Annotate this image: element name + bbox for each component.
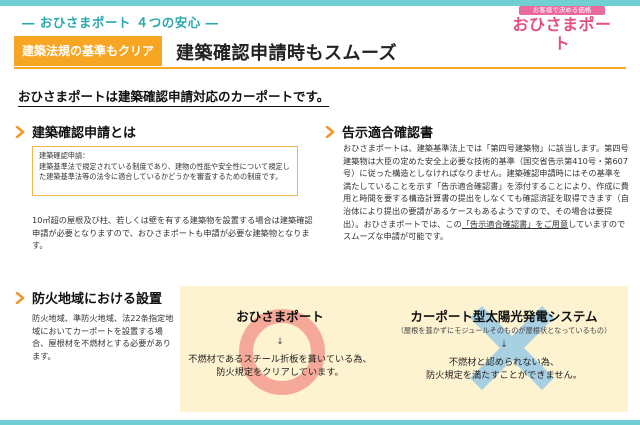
kokuji-body: おひさまポートは、建築基準法上では「第四号建築物」に該当します。第四号建築物は大… — [343, 142, 629, 243]
comparison-solar-carport: カーポート型太陽光発電システム （屋根を葺かずにモジュールそのものが屋根状となっ… — [380, 286, 628, 412]
lead-statement: おひさまポートは建築確認申請対応のカーポートです。 — [18, 86, 330, 107]
kokuji-text-1: おひさまポートは、建築基準法上では「第四号建築物」に該当します。第四号建築物は大… — [343, 143, 629, 229]
solar-carport-subtitle: （屋根を葺かずにモジュールそのものが屋根状となっているもの） — [396, 326, 612, 335]
solar-carport-title: カーポート型太陽光発電システム — [410, 309, 598, 324]
header-subtitle: ― おひさまポート ４つの安心 ― — [22, 15, 219, 30]
page-title: 建築確認申請時もスムーズ — [176, 43, 398, 64]
definition-box: 建築確認申請： 建築基準法で規定されている制度であり、建物の性能や安全性について… — [32, 146, 298, 196]
brand-logo: お客様で決める価格 おひさまポート — [506, 6, 618, 53]
section-title: 告示適合確認書 — [342, 126, 434, 141]
kokuji-highlight: 「告示適合確認書」をご用意 — [461, 218, 569, 229]
chevron-right-icon — [324, 125, 336, 138]
chevron-right-icon — [14, 125, 26, 138]
bottom-accent-bar — [0, 420, 640, 425]
bouka-body: 防火地域、準防火地域、法22条指定地域においてカーポートを設置する場合、屋根材を… — [32, 313, 174, 361]
ohisama-line2: 防火規定をクリアしています。 — [216, 367, 344, 378]
definition-text: 建築基準法で規定されている制度であり、建物の性能や安全性について規定した建築基準… — [39, 161, 290, 182]
solar-carport-line2: 防火規定を満たすことができません。 — [426, 370, 582, 381]
logo-wordmark: おひさまポート — [512, 15, 612, 53]
section-heading-kakunin: 建築確認申請とは — [14, 122, 136, 141]
kakunin-body: 10㎡超の屋根及び柱、若しくは壁を有する建築物を設置する場合は建築確認申請が必要… — [32, 215, 313, 251]
down-arrow-icon: ↓ — [500, 340, 508, 350]
section-title: 防火地域における設置 — [32, 292, 163, 307]
section-heading-kokuji: 告示適合確認書 — [324, 122, 433, 141]
comparison-panel: おひさまポート ↓ 不燃材であるスチール折板を葺いている為、 防火規定をクリアし… — [180, 286, 628, 412]
down-arrow-icon: ↓ — [276, 337, 284, 347]
section-title: 建築確認申請とは — [32, 126, 137, 141]
title-tag: 建築法規の基準もクリア — [14, 36, 162, 66]
solar-carport-line1: 不燃材と認められない為、 — [448, 357, 560, 368]
comparison-ohisama: おひさまポート ↓ 不燃材であるスチール折板を葺いている為、 防火規定をクリアし… — [180, 286, 380, 412]
section-heading-bouka: 防火地域における設置 — [14, 288, 162, 307]
ohisama-title: おひさまポート — [236, 309, 324, 324]
ohisama-line1: 不燃材であるスチール折板を葺いている為、 — [188, 354, 372, 365]
title-divider — [14, 67, 626, 69]
definition-label: 建築確認申請： — [39, 151, 90, 160]
chevron-right-icon — [14, 291, 26, 304]
logo-tagline: お客様で決める価格 — [519, 6, 605, 15]
